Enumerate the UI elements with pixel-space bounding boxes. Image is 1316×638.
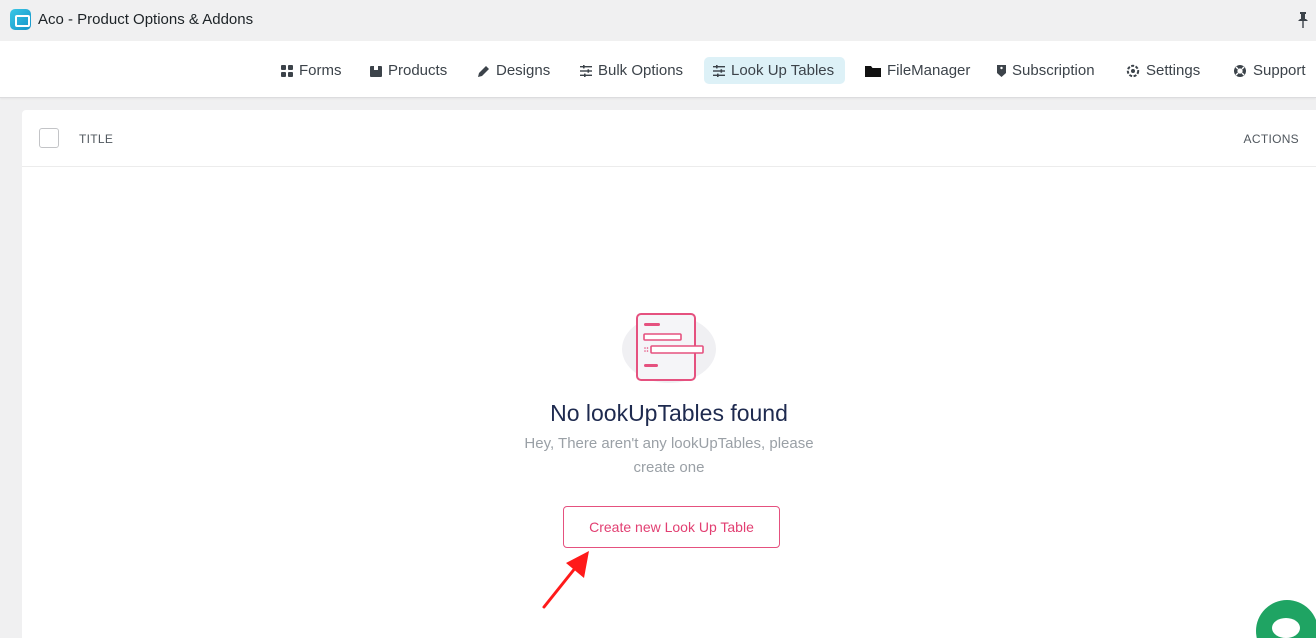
table-header: TITLE ACTIONS	[22, 110, 1316, 167]
grid-icon	[281, 64, 293, 77]
pin-icon[interactable]	[1298, 12, 1308, 28]
create-look-up-table-button[interactable]: Create new Look Up Table	[563, 506, 780, 548]
empty-state-title: No lookUpTables found	[550, 400, 788, 426]
nav-label-bulk-options: Bulk Options	[598, 62, 684, 79]
empty-document-illustration	[622, 313, 716, 383]
nav-label-settings: Settings	[1146, 62, 1201, 79]
nav-label-subscription: Subscription	[1012, 62, 1095, 79]
title-bar: Aco - Product Options & Addons	[0, 0, 1316, 41]
nav-item-filemanager[interactable]: FileManager	[856, 57, 979, 84]
sliders-icon	[713, 64, 725, 77]
red-arrow-annotation	[542, 551, 589, 609]
column-header-title: TITLE	[79, 132, 114, 146]
nav-item-look-up-tables[interactable]: Look Up Tables	[704, 57, 845, 84]
folder-icon	[865, 65, 881, 77]
select-all-checkbox[interactable]	[39, 128, 59, 148]
nav-item-products[interactable]: Products	[361, 57, 456, 84]
nav-item-support[interactable]: Support	[1224, 57, 1315, 84]
sliders-icon	[580, 64, 592, 77]
nav-item-forms[interactable]: Forms	[272, 57, 351, 84]
nav-item-bulk-options[interactable]: Bulk Options	[571, 57, 692, 84]
top-navigation: Forms Products Designs Bulk Options Look…	[0, 41, 1316, 98]
nav-label-look-up-tables: Look Up Tables	[731, 62, 835, 79]
tag-icon	[997, 64, 1006, 77]
nav-label-products: Products	[388, 62, 448, 79]
lookup-tables-card: TITLE ACTIONS No lookUpTables found Hey,…	[22, 110, 1316, 638]
lifebuoy-icon	[1234, 64, 1246, 77]
chat-bubble-icon[interactable]	[1256, 600, 1316, 638]
nav-label-forms: Forms	[299, 62, 342, 79]
nav-item-settings[interactable]: Settings	[1117, 57, 1209, 84]
box-icon	[370, 65, 382, 77]
app-logo-icon	[10, 9, 31, 30]
nav-label-designs: Designs	[496, 62, 551, 79]
column-header-actions: ACTIONS	[1243, 132, 1299, 146]
nav-label-support: Support	[1253, 62, 1306, 79]
pencil-icon	[478, 65, 489, 77]
nav-item-designs[interactable]: Designs	[469, 57, 559, 84]
gear-icon	[1126, 64, 1140, 77]
nav-item-subscription[interactable]: Subscription	[988, 57, 1104, 84]
empty-state-subtitle: Hey, There aren't any lookUpTables, plea…	[524, 435, 814, 476]
nav-label-filemanager: FileManager	[887, 62, 971, 79]
app-title: Aco - Product Options & Addons	[38, 11, 254, 28]
